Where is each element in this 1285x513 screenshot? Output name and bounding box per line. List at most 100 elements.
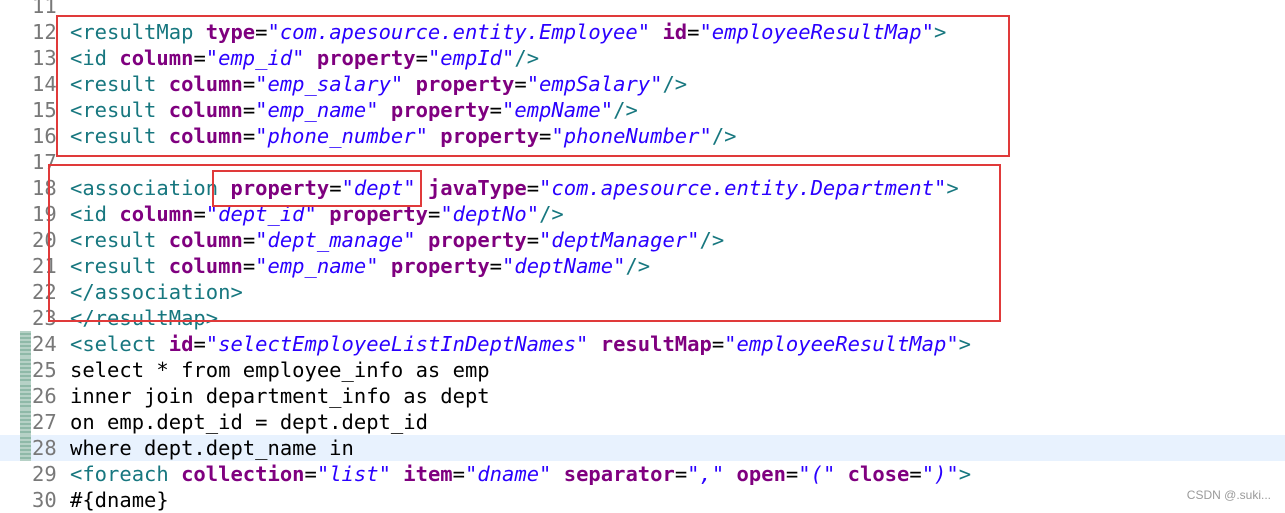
code-line[interactable]: 21 <result column="emp_name" property="de… xyxy=(0,253,1285,279)
code-token: "dept_id" xyxy=(205,202,317,226)
code-line[interactable]: 23 </resultMap> xyxy=(0,305,1285,331)
code-line[interactable]: 22 </association> xyxy=(0,279,1285,305)
code-text: select * from employee_info as emp xyxy=(70,357,490,383)
line-number: 25 xyxy=(32,358,57,382)
code-token: "com.apesource.entity.Employee" xyxy=(267,20,651,44)
code-token: property xyxy=(415,72,515,96)
code-token: <select xyxy=(70,332,169,356)
line-number: 20 xyxy=(32,228,57,252)
code-line[interactable]: 28 where dept.dept_name in xyxy=(0,435,1285,461)
code-token: resultMap xyxy=(600,332,712,356)
code-token: > xyxy=(958,462,972,486)
code-token: = xyxy=(909,462,922,486)
code-line[interactable]: 16 <result column="phone_number" property… xyxy=(0,123,1285,149)
code-line[interactable]: 12 <resultMap type="com.apesource.entity.… xyxy=(0,19,1285,45)
line-number: 12 xyxy=(32,20,57,44)
code-token: id xyxy=(168,332,194,356)
code-text: <foreach collection="list" item="dname" … xyxy=(70,461,971,487)
code-token: = xyxy=(193,46,206,70)
code-token: #{dname} xyxy=(70,488,169,512)
code-line[interactable]: 26 inner join department_info as dept xyxy=(0,383,1285,409)
code-token: <result xyxy=(70,124,169,148)
code-token: property xyxy=(230,176,330,200)
code-token: "emp_name" xyxy=(255,98,379,122)
code-token: = xyxy=(539,124,552,148)
code-token: "emp_id" xyxy=(205,46,305,70)
code-token: "(" xyxy=(798,462,836,486)
line-number: 18 xyxy=(32,176,57,200)
code-line[interactable]: 11 xyxy=(0,0,1285,19)
code-token: <result xyxy=(70,98,169,122)
code-text: <result column="emp_salary" property="em… xyxy=(70,71,687,97)
code-text: <id column="emp_id" property="empId"/> xyxy=(70,45,539,71)
watermark: CSDN @.suki... xyxy=(1186,488,1271,502)
code-token: /> xyxy=(514,46,540,70)
code-token: ")" xyxy=(921,462,959,486)
code-token: "employeeResultMap" xyxy=(699,20,934,44)
code-token: = xyxy=(526,228,540,252)
code-line[interactable]: 17 xyxy=(0,149,1285,175)
code-token: select * from employee_info as emp xyxy=(70,358,490,382)
code-token: property xyxy=(427,228,527,252)
code-token: "dname" xyxy=(464,462,552,486)
code-editor[interactable]: ° 11 12 <resultMap type="com.apesource.ent… xyxy=(0,0,1285,512)
code-token: separator xyxy=(563,462,675,486)
code-token: "empId" xyxy=(427,46,515,70)
change-marker xyxy=(20,383,31,409)
code-text: <association property="dept" javaType="c… xyxy=(70,175,959,201)
code-line[interactable]: 29 <foreach collection="list" item="dname… xyxy=(0,461,1285,487)
code-token: column xyxy=(168,72,243,96)
code-text: <result column="phone_number" property="… xyxy=(70,123,737,149)
code-token: = xyxy=(452,462,465,486)
code-line[interactable]: 13 <id column="emp_id" property="empId"/> xyxy=(0,45,1285,71)
code-token: > xyxy=(933,20,947,44)
code-token: "empSalary" xyxy=(526,72,663,96)
code-text: <select id="selectEmployeeListInDeptName… xyxy=(70,331,971,357)
code-token: = xyxy=(711,332,725,356)
code-token: column xyxy=(168,124,243,148)
line-number: 29 xyxy=(32,462,57,486)
code-token: "list" xyxy=(316,462,391,486)
code-token: = xyxy=(687,20,700,44)
code-line[interactable]: 24 <select id="selectEmployeeListInDeptNa… xyxy=(0,331,1285,357)
code-token: = xyxy=(242,98,256,122)
code-line[interactable]: 27 on emp.dept_id = dept.dept_id xyxy=(0,409,1285,435)
code-text: where dept.dept_name in xyxy=(70,435,354,461)
code-token: = xyxy=(415,46,428,70)
code-token: = xyxy=(242,124,256,148)
code-line[interactable]: 15 <result column="emp_name" property="em… xyxy=(0,97,1285,123)
code-token: = xyxy=(489,98,503,122)
code-token: collection xyxy=(181,462,305,486)
code-line[interactable]: 30 #{dname} xyxy=(0,487,1285,513)
code-token: /> xyxy=(662,72,688,96)
code-line[interactable]: 18 <association property="dept" javaType=… xyxy=(0,175,1285,201)
code-token: = xyxy=(193,202,206,226)
line-number: 14 xyxy=(32,72,57,96)
code-line[interactable]: 25 select * from employee_info as emp xyxy=(0,357,1285,383)
code-text: </association> xyxy=(70,279,243,305)
code-token: property xyxy=(329,202,428,226)
code-line[interactable]: 20 <result column="dept_manage" property=… xyxy=(0,227,1285,253)
code-token: = xyxy=(427,202,441,226)
code-token: inner join department_info as dept xyxy=(70,384,490,408)
change-marker xyxy=(20,357,31,383)
code-token: "emp_name" xyxy=(255,254,379,278)
code-token: = xyxy=(526,176,540,200)
code-token: = xyxy=(242,254,256,278)
code-token: column xyxy=(119,46,194,70)
code-token: = xyxy=(193,332,206,356)
code-token: close xyxy=(847,462,910,486)
code-line[interactable]: 19 <id column="dept_id" property="deptNo"… xyxy=(0,201,1285,227)
code-line[interactable]: 14 <result column="emp_salary" property="… xyxy=(0,71,1285,97)
code-token: <resultMap xyxy=(70,20,206,44)
code-text: #{dname} xyxy=(70,487,169,513)
